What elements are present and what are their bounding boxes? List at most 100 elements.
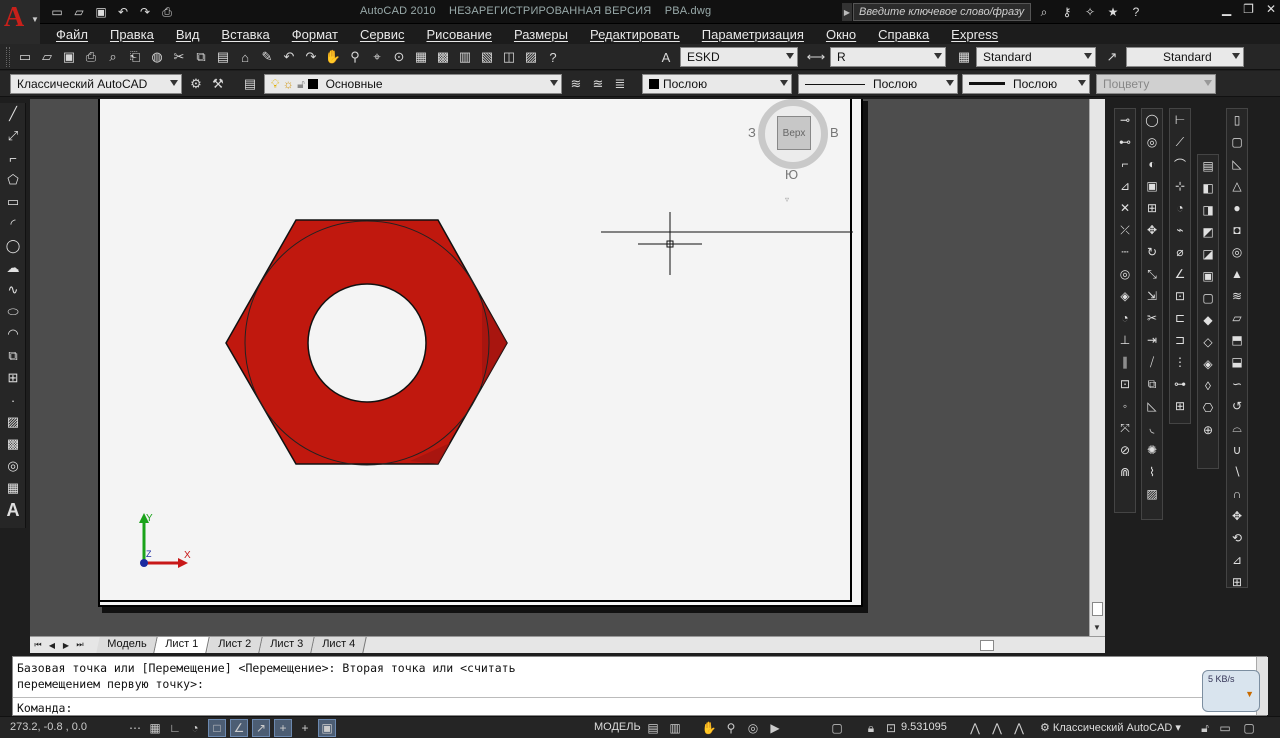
customize-icon[interactable]: ⚒ [208,74,228,94]
annotation-visibility-icon[interactable]: ⋀ [966,719,984,737]
move-icon[interactable]: ✥ [1142,219,1162,241]
match-properties-icon[interactable]: ⌂ [235,47,255,67]
close-icon[interactable]: ✕ [1266,2,1276,16]
extend-icon[interactable]: ⇥ [1142,329,1162,351]
toolbar-grip[interactable] [6,47,10,67]
hex-nut[interactable] [225,219,508,466]
maximize-viewport-icon[interactable]: ▢ [828,719,846,737]
properties-icon[interactable]: ▦ [411,47,431,67]
torus-icon[interactable]: ◎ [1227,241,1247,263]
insert-block-icon[interactable]: ⧉ [0,345,26,367]
layer-select[interactable]: 💡︎ ☼ 🔓︎ Основные [264,74,562,94]
cut-icon[interactable]: ✂ [169,47,189,67]
help-icon[interactable]: ? [543,47,563,67]
copy-icon[interactable]: ⧉ [191,47,211,67]
viewcube-west[interactable]: З [748,125,756,140]
nw-iso-view-icon[interactable]: ◊ [1198,375,1218,397]
steering-wheel-icon[interactable]: ◎ [744,719,762,737]
tolerance-icon[interactable]: ⊞ [1170,395,1190,417]
horizontal-scrollbar[interactable] [740,640,1080,651]
temp-track-icon[interactable]: ⊸ [1115,109,1135,131]
communication-center-icon[interactable]: ✧ [1081,3,1099,21]
menu-modify[interactable]: Редактировать [590,27,680,42]
polar-tracking-icon[interactable]: ◔ [186,719,204,737]
menu-edit[interactable]: Правка [110,27,154,42]
workspace-switch[interactable]: ⚙ Классический AutoCAD ▾ [1040,721,1181,734]
trim-icon[interactable]: ✂ [1142,307,1162,329]
dim-arc-icon[interactable]: ⌒ [1170,153,1190,175]
dim-baseline-icon[interactable]: ⊏ [1170,307,1190,329]
open-icon[interactable]: ▱ [37,47,57,67]
dim-ordinate-icon[interactable]: ⊹ [1170,175,1190,197]
sw-iso-view-icon[interactable]: ◆ [1198,309,1218,331]
object-snap-icon[interactable]: □ [208,719,226,737]
snap-center-icon[interactable]: ◎ [1115,263,1135,285]
fillet-icon[interactable]: ◟ [1142,417,1162,439]
dim-jogged-icon[interactable]: ⌁ [1170,219,1190,241]
layer-previous-icon[interactable]: ≊ [588,74,608,94]
minimize-icon[interactable]: ▁ [1222,2,1231,16]
edit-polyline-icon[interactable]: ⌇ [1142,461,1162,483]
plot-preview-icon[interactable]: ⌕ [103,47,123,67]
design-center-icon[interactable]: ▩ [433,47,453,67]
zoom-extents-icon[interactable]: ⊕ [1198,419,1218,441]
showmotion-icon[interactable]: ▶ [766,719,784,737]
snap-insert-icon[interactable]: ⊡ [1115,373,1135,395]
dim-diameter-icon[interactable]: ⌀ [1170,241,1190,263]
quick-properties-icon[interactable]: ▣ [318,719,336,737]
tab-model[interactable]: Модель [96,637,159,653]
command-input[interactable]: Команда: [17,701,72,715]
make-object-layer-current-icon[interactable]: ≋ [566,74,586,94]
mirror-icon[interactable]: ◐ [1142,153,1162,175]
menu-help[interactable]: Справка [878,27,929,42]
join-icon[interactable]: ⧉ [1142,373,1162,395]
color-select[interactable]: Послою [642,74,792,94]
table-style-icon[interactable]: ▦ [954,47,974,67]
edit-hatch-icon[interactable]: ▨ [1142,483,1162,505]
presspull-icon[interactable]: ⬓ [1227,351,1247,373]
dim-linear-icon[interactable]: ⊢ [1170,109,1190,131]
viewcube-south[interactable]: Ю [785,167,798,182]
multileader-style-icon[interactable]: ↗ [1102,47,1122,67]
menu-parametric[interactable]: Параметризация [702,27,804,42]
point-icon[interactable]: · [0,389,26,411]
new-file-icon[interactable]: ▭ [48,3,66,21]
menu-format[interactable]: Формат [292,27,338,42]
quick-view-drawings-icon[interactable]: ▥ [666,719,684,737]
snap-from-icon[interactable]: ⊷ [1115,131,1135,153]
spline-icon[interactable]: ∿ [0,279,26,301]
zoom-previous-icon[interactable]: ⊙ [389,47,409,67]
3d-move-icon[interactable]: ✥ [1227,505,1247,527]
right-view-icon[interactable]: ◪ [1198,243,1218,265]
rectangle-icon[interactable]: ▭ [0,191,26,213]
snap-endpoint-icon[interactable]: ⌐ [1115,153,1135,175]
erase-icon[interactable]: ◯ [1142,109,1162,131]
wedge-icon[interactable]: ◺ [1227,153,1247,175]
tab-sheet-3[interactable]: Лист 3 [258,637,315,653]
se-iso-view-icon[interactable]: ◇ [1198,331,1218,353]
dim-style-select[interactable]: R [830,47,946,67]
sweep-icon[interactable]: ∽ [1227,373,1247,395]
horizontal-scroll-thumb[interactable] [980,640,994,651]
paste-icon[interactable]: ▤ [213,47,233,67]
open-file-icon[interactable]: ▱ [70,3,88,21]
network-chevron-icon[interactable]: ▼ [1245,689,1254,699]
print-icon[interactable]: ⎙ [158,3,176,21]
zoom-window-icon[interactable]: ⌖ [367,47,387,67]
make-block-icon[interactable]: ⊞ [0,367,26,389]
scale-icon[interactable]: ⤡ [1142,263,1162,285]
box-icon[interactable]: ▢ [1227,131,1247,153]
next-tab-icon[interactable]: ▶ [60,639,72,651]
annotation-scale-value[interactable]: 9.531095 [901,721,947,733]
menu-window[interactable]: Окно [826,27,856,42]
multiline-text-icon[interactable]: A [0,499,26,521]
menu-express[interactable]: Express [951,27,998,42]
allow-dynamic-ucs-icon[interactable]: ↗ [252,719,270,737]
annotation-sync-icon[interactable]: ⋀ [1010,719,1028,737]
table-style-select[interactable]: Standard [976,47,1096,67]
camera-icon[interactable]: ⎔ [1198,397,1218,419]
table-icon[interactable]: ▦ [0,477,26,499]
menu-tools[interactable]: Сервис [360,27,405,42]
snap-apparent-icon[interactable]: ⤫ [1115,219,1135,241]
construction-line-icon[interactable]: ⤢ [0,125,26,147]
